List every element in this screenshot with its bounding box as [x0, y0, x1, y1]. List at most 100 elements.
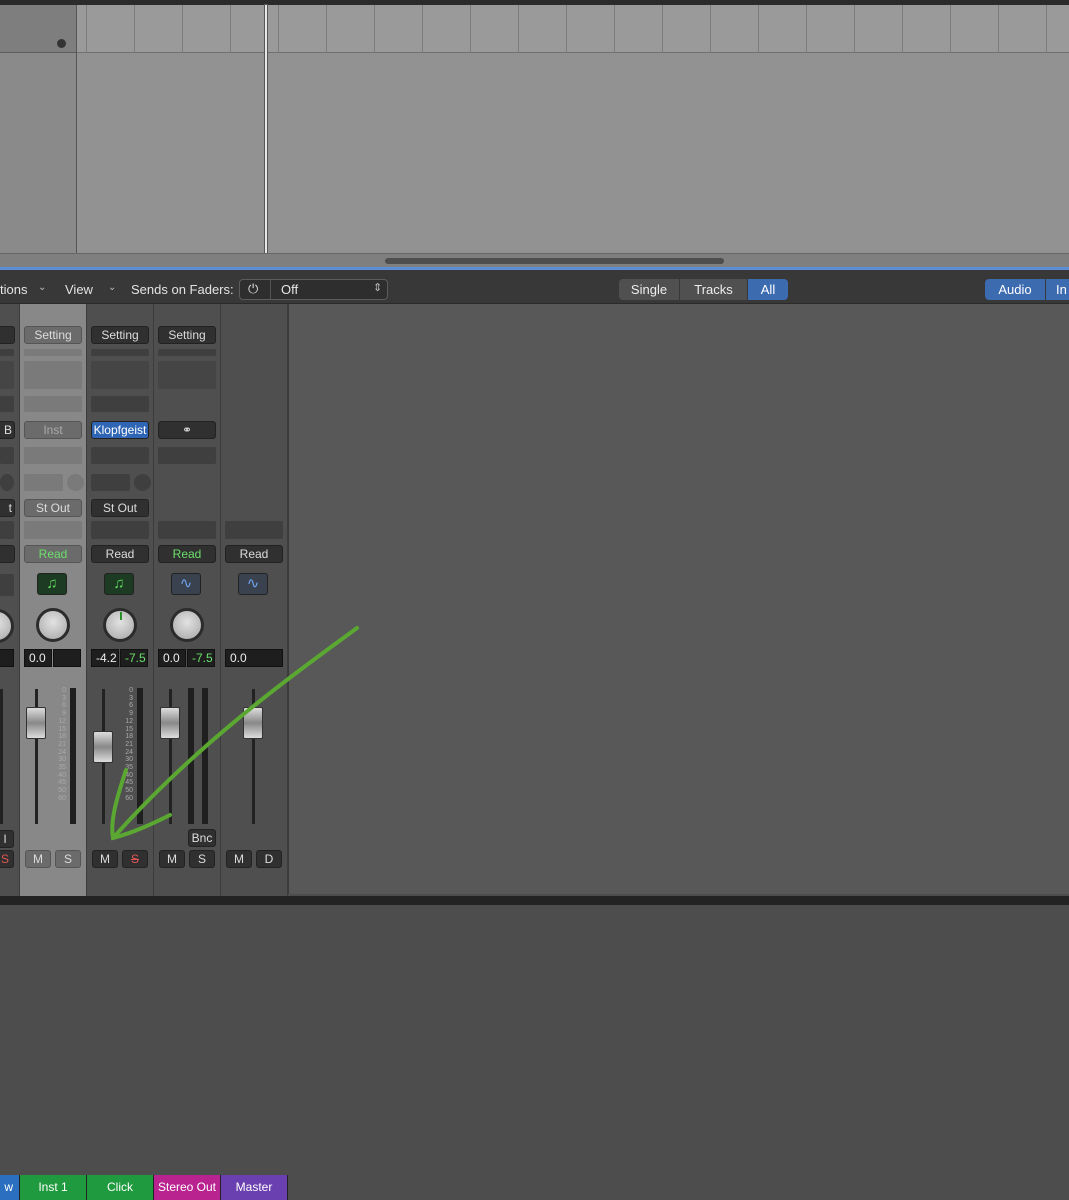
channel-strip-partial: B t I S w	[0, 304, 20, 1200]
fader-track[interactable]	[0, 689, 3, 824]
record-enable-icon[interactable]	[57, 39, 66, 48]
solo-safe-button[interactable]: S	[0, 850, 14, 868]
pan-knob[interactable]	[103, 608, 137, 642]
volume-readout[interactable]: 0.0	[24, 649, 52, 667]
send-knob[interactable]	[67, 474, 84, 491]
gain-slot[interactable]	[24, 396, 82, 412]
dim-button[interactable]: D	[256, 850, 282, 868]
midi-fx-slot[interactable]	[91, 361, 149, 389]
mute-button[interactable]: M	[25, 850, 51, 868]
input-slot[interactable]	[0, 396, 14, 412]
input-button[interactable]: B	[0, 421, 15, 439]
track-lane[interactable]	[77, 5, 1069, 53]
input-button[interactable]: Inst	[24, 421, 82, 439]
audio-fx-slot[interactable]	[0, 447, 14, 464]
channel-strip-master[interactable]: Read ∿ 0.0 M D Master	[221, 304, 288, 1200]
scrollbar-thumb[interactable]	[385, 258, 724, 264]
track-name-tab[interactable]: Click	[87, 1175, 154, 1200]
solo-button[interactable]: S	[189, 850, 215, 868]
eq-slot[interactable]	[0, 349, 14, 356]
automation-mode-button[interactable]: Read	[158, 545, 216, 563]
audio-fx-slot[interactable]	[158, 447, 216, 464]
mute-button[interactable]: M	[226, 850, 252, 868]
power-icon[interactable]: ⏻	[248, 281, 258, 297]
send-knob[interactable]	[134, 474, 151, 491]
instrument-plugin-button[interactable]: Klopfgeist	[91, 421, 149, 439]
filter-all-button[interactable]: All	[748, 279, 788, 300]
options-menu[interactable]: tions	[0, 282, 27, 297]
playhead[interactable]	[265, 5, 267, 253]
eq-slot[interactable]	[158, 349, 216, 356]
setting-button[interactable]: Setting	[91, 326, 149, 344]
group-slot[interactable]	[91, 521, 149, 539]
output-button[interactable]: t	[0, 499, 15, 517]
track-name-tab[interactable]: Stereo Out	[154, 1175, 221, 1200]
audio-fx-slot[interactable]	[158, 361, 216, 389]
filter-single-button[interactable]: Single	[619, 279, 679, 300]
peak-readout[interactable]: -7.5	[120, 649, 148, 667]
bounce-button[interactable]: Bnc	[188, 829, 216, 847]
send-slot[interactable]	[91, 474, 130, 491]
track-name-tab[interactable]: Inst 1	[20, 1175, 87, 1200]
volume-fader[interactable]	[160, 707, 180, 739]
output-button[interactable]: St Out	[24, 499, 82, 517]
volume-fader[interactable]	[93, 731, 113, 763]
track-name-tab[interactable]: Master	[221, 1175, 288, 1200]
volume-fader[interactable]	[243, 707, 263, 739]
send-slot[interactable]	[24, 474, 63, 491]
grid-line	[758, 5, 759, 53]
midi-fx-slot[interactable]	[24, 361, 82, 389]
volume-readout[interactable]	[0, 649, 14, 667]
volume-readout[interactable]: 0.0	[158, 649, 186, 667]
grid-line	[710, 5, 711, 53]
automation-mode-button[interactable]: Read	[225, 545, 283, 563]
track-header[interactable]	[0, 5, 77, 53]
output-button[interactable]: St Out	[91, 499, 149, 517]
grid-line	[326, 5, 327, 53]
midi-fx-slot[interactable]	[0, 361, 14, 389]
type-audio-button[interactable]: Audio	[985, 279, 1045, 300]
mixer-toolbar: tions ⌄ View ⌄ Sends on Faders:	[0, 270, 1069, 304]
horizontal-scrollbar[interactable]	[0, 253, 1069, 267]
channel-strip-click[interactable]: Setting Klopfgeist St Out Read ♫ -4.2 -7…	[87, 304, 154, 1200]
filter-tracks-button[interactable]: Tracks	[680, 279, 747, 300]
pan-knob[interactable]	[170, 608, 204, 642]
pan-knob[interactable]	[36, 608, 70, 642]
audio-fx-slot[interactable]	[24, 447, 82, 464]
input-monitor-button[interactable]: I	[0, 830, 14, 848]
channel-strip-inst1[interactable]: Setting Inst St Out Read ♫ 0.0 0 3 6 9 12 15 1…	[20, 304, 87, 1200]
automation-mode-button[interactable]: Read	[24, 545, 82, 563]
group-slot[interactable]	[0, 521, 14, 539]
group-slot[interactable]	[158, 521, 216, 539]
pan-knob[interactable]	[0, 609, 14, 643]
type-inst-button[interactable]: In	[1046, 279, 1069, 300]
waveform-icon: ∿	[238, 573, 268, 595]
automation-button[interactable]	[0, 545, 15, 563]
sends-on-faders-select[interactable]: ⏻ Off ⇕	[239, 279, 388, 300]
send-knob[interactable]	[0, 474, 14, 491]
view-menu[interactable]: View	[65, 282, 93, 297]
group-slot[interactable]	[24, 521, 82, 539]
peak-readout[interactable]	[53, 649, 81, 667]
eq-slot[interactable]	[91, 349, 149, 356]
volume-readout[interactable]: -4.2	[91, 649, 119, 667]
setting-button[interactable]	[0, 326, 15, 344]
volume-fader[interactable]	[26, 707, 46, 739]
audio-fx-slot[interactable]	[91, 447, 149, 464]
waveform-icon: ∿	[171, 573, 201, 595]
channel-strip-stereo-out[interactable]: Setting ⚭ Read ∿ 0.0 -7.5 Bnc M S Stereo…	[154, 304, 221, 1200]
setting-button[interactable]: Setting	[24, 326, 82, 344]
stereo-link-icon[interactable]: ⚭	[158, 421, 216, 439]
track-name-tab[interactable]: w	[0, 1175, 20, 1200]
mute-button[interactable]: M	[159, 850, 185, 868]
setting-button[interactable]: Setting	[158, 326, 216, 344]
volume-readout[interactable]: 0.0	[225, 649, 283, 667]
solo-safe-button[interactable]: S	[122, 850, 148, 868]
eq-slot[interactable]	[24, 349, 82, 356]
gain-slot[interactable]	[91, 396, 149, 412]
automation-mode-button[interactable]: Read	[91, 545, 149, 563]
mute-button[interactable]: M	[92, 850, 118, 868]
peak-readout[interactable]: -7.5	[187, 649, 215, 667]
group-slot[interactable]	[225, 521, 283, 539]
solo-button[interactable]: S	[55, 850, 81, 868]
